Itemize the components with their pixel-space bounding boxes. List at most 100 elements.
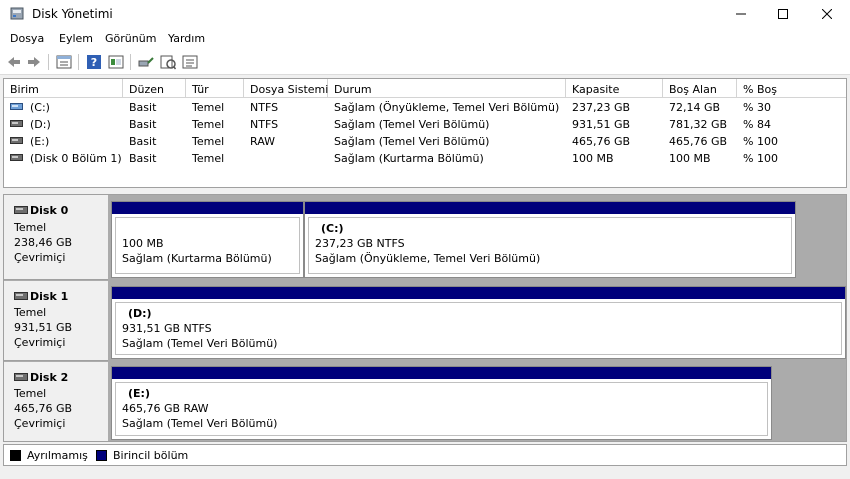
title-bar: Disk Yönetimi [0, 0, 850, 28]
partition-size: 100 MB [122, 237, 164, 250]
partition-label: (D:) [128, 307, 152, 320]
disk-1-label[interactable]: Disk 1 Temel 931,51 GB Çevrimiçi [4, 281, 108, 361]
disk-map: Disk 0 Temel 238,46 GB Çevrimiçi 100 MB … [3, 194, 847, 442]
disk-status: Çevrimiçi [14, 336, 66, 349]
legend: Ayrılmamış Birincil bölüm [3, 444, 847, 466]
disk-type: Temel [14, 306, 47, 319]
volume-type: Temel [192, 152, 225, 165]
volume-list: Birim Düzen Tür Dosya Sistemi Durum Kapa… [3, 78, 847, 188]
disk-icon [14, 292, 28, 300]
table-row[interactable]: (D:) Basit Temel NTFS Sağlam (Temel Veri… [4, 116, 846, 133]
partition-recovery[interactable]: 100 MB Sağlam (Kurtarma Bölümü) [111, 201, 304, 278]
disk-type: Temel [14, 221, 47, 234]
volume-status: Sağlam (Temel Veri Bölümü) [334, 118, 490, 131]
toolbar: ? [0, 49, 850, 75]
volume-file-system: RAW [250, 135, 275, 148]
column-header-percent-free[interactable]: % Boş [737, 79, 846, 98]
volume-name: (C:) [30, 101, 50, 114]
partition-size: 237,23 GB NTFS [315, 237, 405, 250]
list-icon[interactable] [182, 54, 198, 70]
volume-free-space: 465,76 GB [669, 135, 728, 148]
column-header-type[interactable]: Tür [186, 79, 244, 98]
properties-icon[interactable] [56, 54, 72, 70]
primary-partition-bar [112, 202, 303, 214]
volume-status: Sağlam (Önyükleme, Temel Veri Bölümü) [334, 101, 560, 114]
column-header-free-space[interactable]: Boş Alan [663, 79, 737, 98]
menu-action[interactable]: Eylem [59, 32, 93, 45]
volume-free-space: 100 MB [669, 152, 711, 165]
menu-file[interactable]: Dosya [10, 32, 44, 45]
toolbar-separator [78, 54, 79, 70]
partition-e[interactable]: (E:) 465,76 GB RAW Sağlam (Temel Veri Bö… [111, 366, 772, 440]
volume-layout: Basit [129, 118, 157, 131]
volume-type: Temel [192, 101, 225, 114]
volume-file-system: NTFS [250, 101, 279, 114]
disk-0-label[interactable]: Disk 0 Temel 238,46 GB Çevrimiçi [4, 195, 108, 280]
volume-status: Sağlam (Kurtarma Bölümü) [334, 152, 484, 165]
disk-management-icon [10, 7, 24, 20]
volume-icon [10, 154, 23, 161]
minimize-button[interactable] [718, 0, 764, 28]
partition-status: Sağlam (Önyükleme, Temel Veri Bölümü) [315, 252, 541, 265]
disk-status: Çevrimiçi [14, 251, 66, 264]
volume-capacity: 100 MB [572, 152, 614, 165]
disk-size: 931,51 GB [14, 321, 73, 334]
volume-icon [10, 103, 23, 110]
disk-name: Disk 1 [30, 290, 69, 303]
volume-percent-free: % 30 [743, 101, 771, 114]
volume-type: Temel [192, 135, 225, 148]
column-header-layout[interactable]: Düzen [123, 79, 186, 98]
volume-layout: Basit [129, 152, 157, 165]
partition-body: (E:) 465,76 GB RAW Sağlam (Temel Veri Bö… [115, 382, 768, 436]
volume-percent-free: % 100 [743, 135, 778, 148]
window-title: Disk Yönetimi [32, 7, 113, 21]
legend-label-primary: Birincil bölüm [113, 449, 189, 462]
volume-free-space: 781,32 GB [669, 118, 728, 131]
disk-icon [14, 206, 28, 214]
volume-layout: Basit [129, 101, 157, 114]
close-button[interactable] [804, 0, 850, 28]
legend-swatch-unallocated [10, 450, 21, 461]
primary-partition-bar [305, 202, 795, 214]
disk-type: Temel [14, 387, 47, 400]
menu-view[interactable]: Görünüm [105, 32, 156, 45]
check-icon[interactable] [160, 54, 176, 70]
toolbar-separator [48, 54, 49, 70]
primary-partition-bar [112, 287, 845, 299]
volume-capacity: 931,51 GB [572, 118, 631, 131]
disk-size: 238,46 GB [14, 236, 73, 249]
partition-body: (C:) 237,23 GB NTFS Sağlam (Önyükleme, T… [308, 217, 792, 274]
partition-c[interactable]: (C:) 237,23 GB NTFS Sağlam (Önyükleme, T… [304, 201, 796, 278]
connect-icon[interactable] [138, 54, 154, 70]
forward-icon[interactable] [26, 54, 42, 70]
console-icon[interactable] [108, 54, 124, 70]
volume-percent-free: % 100 [743, 152, 778, 165]
partition-status: Sağlam (Temel Veri Bölümü) [122, 417, 278, 430]
menu-bar: Dosya Eylem Görünüm Yardım [0, 28, 850, 49]
column-header-status[interactable]: Durum [328, 79, 566, 98]
back-icon[interactable] [6, 54, 22, 70]
minimize-icon [736, 13, 746, 15]
disk-2-label[interactable]: Disk 2 Temel 465,76 GB Çevrimiçi [4, 362, 108, 441]
volume-icon [10, 137, 23, 144]
partition-d[interactable]: (D:) 931,51 GB NTFS Sağlam (Temel Veri B… [111, 286, 846, 359]
column-header-capacity[interactable]: Kapasite [566, 79, 663, 98]
disk-name: Disk 0 [30, 204, 69, 217]
column-header-file-system[interactable]: Dosya Sistemi [244, 79, 328, 98]
volume-file-system: NTFS [250, 118, 279, 131]
maximize-button[interactable] [760, 0, 806, 28]
table-row[interactable]: (C:) Basit Temel NTFS Sağlam (Önyükleme,… [4, 99, 846, 116]
volume-capacity: 237,23 GB [572, 101, 631, 114]
volume-percent-free: % 84 [743, 118, 771, 131]
column-header-volume[interactable]: Birim [4, 79, 123, 98]
table-row[interactable]: (E:) Basit Temel RAW Sağlam (Temel Veri … [4, 133, 846, 150]
partition-label: (C:) [321, 222, 344, 235]
menu-help[interactable]: Yardım [168, 32, 205, 45]
partition-status: Sağlam (Kurtarma Bölümü) [122, 252, 272, 265]
table-row[interactable]: (Disk 0 Bölüm 1) Basit Temel Sağlam (Kur… [4, 150, 846, 167]
disk-status: Çevrimiçi [14, 417, 66, 430]
legend-label-unallocated: Ayrılmamış [27, 449, 88, 462]
volume-layout: Basit [129, 135, 157, 148]
help-icon[interactable]: ? [86, 54, 102, 70]
partition-label: (E:) [128, 387, 150, 400]
